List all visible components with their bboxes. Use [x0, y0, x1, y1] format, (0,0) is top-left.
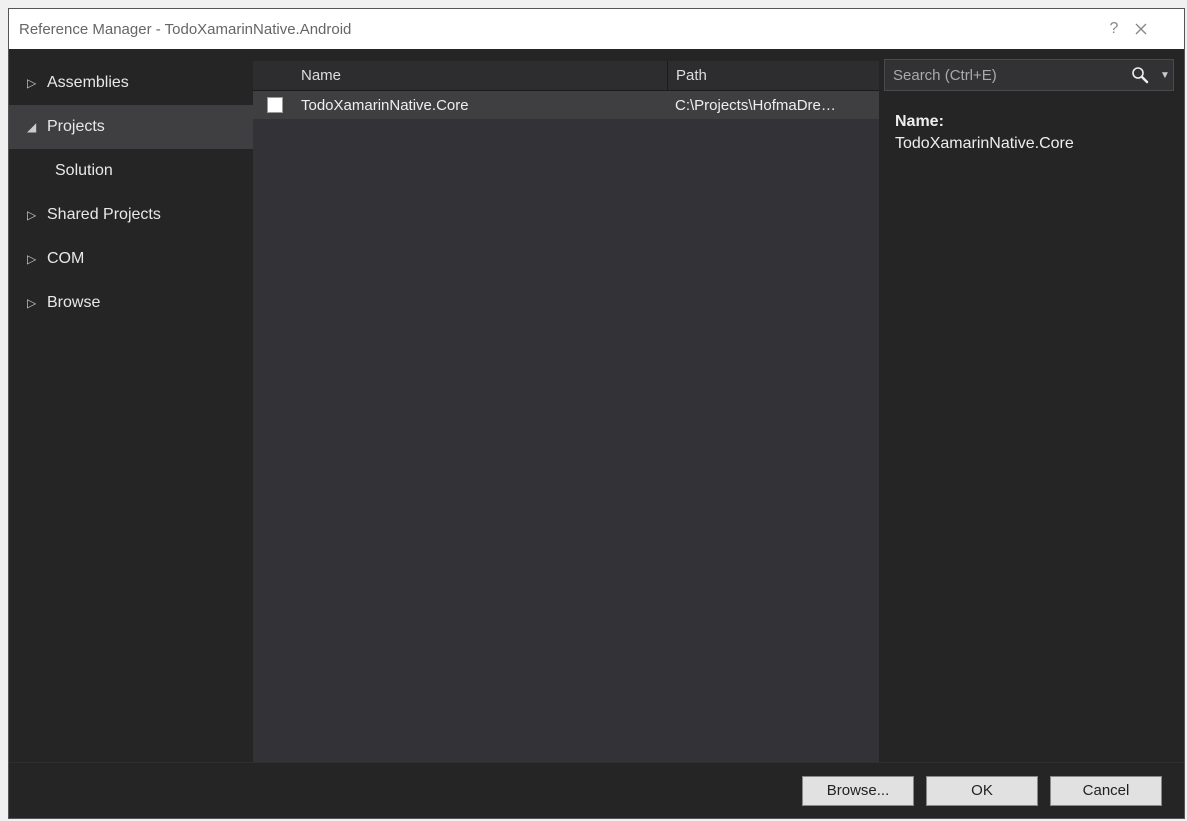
search-input[interactable] — [885, 67, 1131, 84]
dialog-footer: Browse... OK Cancel — [9, 762, 1184, 818]
list-body: TodoXamarinNative.Core C:\Projects\Hofma… — [253, 91, 879, 762]
list-header: Name Path — [253, 61, 879, 91]
chevron-right-icon: ▷ — [27, 252, 41, 266]
reference-manager-dialog: Reference Manager - TodoXamarinNative.An… — [8, 8, 1185, 819]
sidebar-item-label: Assemblies — [47, 74, 129, 92]
sidebar-item-shared-projects[interactable]: ▷ Shared Projects — [9, 193, 253, 237]
sidebar-item-label: Shared Projects — [47, 206, 161, 224]
search-icon[interactable] — [1131, 66, 1157, 84]
sidebar-subitem-solution[interactable]: Solution — [9, 149, 253, 193]
sidebar-item-browse[interactable]: ▷ Browse — [9, 281, 253, 325]
sidebar: ▷ Assemblies ◢ Projects Solution ▷ Share… — [9, 49, 253, 762]
column-path[interactable]: Path — [667, 61, 879, 90]
ok-button[interactable]: OK — [926, 776, 1038, 806]
detail-pane: Name: TodoXamarinNative.Core — [879, 61, 1184, 762]
sidebar-item-projects[interactable]: ◢ Projects — [9, 105, 253, 149]
help-button[interactable]: ? — [1094, 20, 1134, 38]
search-dropdown-icon[interactable]: ▼ — [1157, 70, 1173, 81]
chevron-right-icon: ▷ — [27, 76, 41, 90]
row-checkbox[interactable] — [253, 97, 297, 113]
cancel-button[interactable]: Cancel — [1050, 776, 1162, 806]
close-icon — [1134, 22, 1148, 36]
sidebar-item-label: Projects — [47, 118, 105, 136]
list-row[interactable]: TodoXamarinNative.Core C:\Projects\Hofma… — [253, 91, 879, 119]
sidebar-item-label: COM — [47, 250, 84, 268]
sidebar-item-com[interactable]: ▷ COM — [9, 237, 253, 281]
sidebar-item-label: Browse — [47, 294, 100, 312]
close-button[interactable] — [1134, 22, 1174, 36]
chevron-right-icon: ▷ — [27, 208, 41, 222]
column-name[interactable]: Name — [297, 67, 667, 84]
detail-name-label: Name: — [895, 113, 1168, 131]
chevron-right-icon: ▷ — [27, 296, 41, 310]
chevron-down-icon: ◢ — [27, 120, 41, 134]
sidebar-subitem-label: Solution — [55, 162, 113, 180]
dialog-body: ▷ Assemblies ◢ Projects Solution ▷ Share… — [9, 49, 1184, 762]
window-title: Reference Manager - TodoXamarinNative.An… — [19, 21, 1094, 38]
sidebar-item-assemblies[interactable]: ▷ Assemblies — [9, 61, 253, 105]
detail-name-value: TodoXamarinNative.Core — [895, 135, 1168, 153]
row-path: C:\Projects\HofmaDre… — [667, 97, 879, 114]
search-bar: ▼ — [884, 59, 1174, 91]
titlebar: Reference Manager - TodoXamarinNative.An… — [9, 9, 1184, 49]
main-pane: Name Path TodoXamarinNative.Core C:\Proj… — [253, 49, 1184, 762]
row-name: TodoXamarinNative.Core — [297, 97, 667, 114]
project-list-pane: Name Path TodoXamarinNative.Core C:\Proj… — [253, 61, 879, 762]
browse-button[interactable]: Browse... — [802, 776, 914, 806]
